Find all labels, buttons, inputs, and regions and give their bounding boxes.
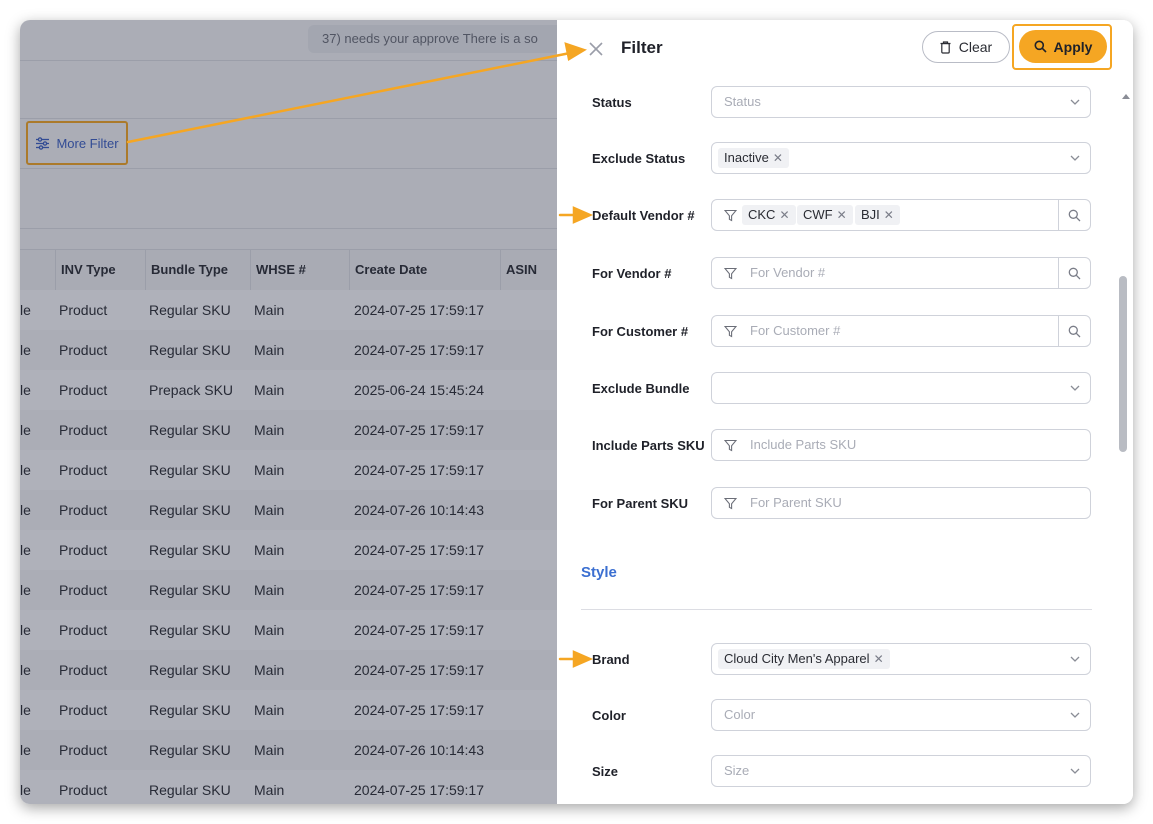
search-icon <box>1068 325 1081 337</box>
filter-panel: Filter Clear Apply Status Status Exclude… <box>557 20 1133 804</box>
tag-bji: BJI ✕ <box>855 205 900 225</box>
trash-icon <box>940 40 951 54</box>
search-icon <box>1068 209 1081 221</box>
tag-text: BJI <box>861 207 880 222</box>
for-parent-label: For Parent SKU <box>592 496 689 511</box>
status-label: Status <box>592 95 632 110</box>
scroll-up-icon[interactable] <box>1122 94 1130 99</box>
filter-icon <box>724 209 737 222</box>
chevron-down-icon <box>1070 385 1080 391</box>
for-vendor-placeholder: For Vendor # <box>750 265 826 280</box>
style-section-title: Style <box>581 564 617 581</box>
tag-remove-icon[interactable]: ✕ <box>773 151 783 165</box>
app-window: 37) needs your approve There is a so Mor… <box>20 20 1133 804</box>
for-customer-placeholder: For Customer # <box>750 323 841 338</box>
tag-remove-icon[interactable]: ✕ <box>779 208 789 222</box>
for-vendor-label: For Vendor # <box>592 266 672 281</box>
close-icon[interactable] <box>587 40 605 58</box>
modal-overlay[interactable] <box>20 20 557 804</box>
tag-brand: Cloud City Men's Apparel ✕ <box>718 649 890 669</box>
filter-icon <box>724 267 737 280</box>
chevron-down-icon <box>1070 99 1080 105</box>
tag-remove-icon[interactable]: ✕ <box>874 652 884 666</box>
tag-text: Cloud City Men's Apparel <box>724 651 870 666</box>
for-customer-label: For Customer # <box>592 324 689 339</box>
size-select[interactable]: Size <box>711 755 1091 787</box>
clear-button[interactable]: Clear <box>922 31 1010 63</box>
exclude-status-label: Exclude Status <box>592 151 686 166</box>
chevron-down-icon <box>1070 712 1080 718</box>
status-placeholder: Status <box>724 94 761 109</box>
search-icon <box>1034 40 1047 53</box>
vendor-search-button[interactable] <box>1058 200 1090 230</box>
tag-text: CWF <box>803 207 833 222</box>
brand-label: Brand <box>592 652 630 667</box>
tag-text: Inactive <box>724 150 769 165</box>
default-vendor-label: Default Vendor # <box>592 208 695 223</box>
section-divider <box>581 609 1092 610</box>
color-label: Color <box>592 708 626 723</box>
filter-icon <box>724 497 737 510</box>
apply-label: Apply <box>1053 38 1093 55</box>
include-parts-input[interactable]: Include Parts SKU <box>711 429 1091 461</box>
tag-inactive: Inactive ✕ <box>718 148 789 168</box>
clear-label: Clear <box>958 39 993 55</box>
tag-text: CKC <box>748 207 776 222</box>
for-vendor-search-button[interactable] <box>1058 258 1090 288</box>
apply-button[interactable]: Apply <box>1019 30 1107 63</box>
include-parts-placeholder: Include Parts SKU <box>750 437 857 452</box>
tag-remove-icon[interactable]: ✕ <box>837 208 847 222</box>
color-select[interactable]: Color <box>711 699 1091 731</box>
default-vendor-input[interactable]: CKC ✕ CWF ✕ BJI ✕ <box>711 199 1091 231</box>
for-customer-search-button[interactable] <box>1058 316 1090 346</box>
tag-remove-icon[interactable]: ✕ <box>884 208 894 222</box>
size-label: Size <box>592 764 619 779</box>
for-vendor-input[interactable]: For Vendor # <box>711 257 1091 289</box>
filter-icon <box>724 439 737 452</box>
exclude-status-select[interactable]: Inactive ✕ <box>711 142 1091 174</box>
status-select[interactable]: Status <box>711 86 1091 118</box>
exclude-bundle-select[interactable] <box>711 372 1091 404</box>
inventory-list-background: 37) needs your approve There is a so Mor… <box>20 20 582 804</box>
filter-icon <box>724 325 737 338</box>
size-placeholder: Size <box>724 763 750 778</box>
chevron-down-icon <box>1070 656 1080 662</box>
chevron-down-icon <box>1070 768 1080 774</box>
for-parent-placeholder: For Parent SKU <box>750 495 842 510</box>
include-parts-label: Include Parts SKU <box>592 438 705 453</box>
search-icon <box>1068 267 1081 279</box>
for-parent-input[interactable]: For Parent SKU <box>711 487 1091 519</box>
for-customer-input[interactable]: For Customer # <box>711 315 1091 347</box>
chevron-down-icon <box>1070 155 1080 161</box>
color-placeholder: Color <box>724 707 756 722</box>
panel-title: Filter <box>621 38 663 57</box>
tag-cwf: CWF ✕ <box>797 205 853 225</box>
brand-select[interactable]: Cloud City Men's Apparel ✕ <box>711 643 1091 675</box>
tag-ckc: CKC ✕ <box>742 205 796 225</box>
scrollbar-thumb[interactable] <box>1119 276 1127 452</box>
exclude-bundle-label: Exclude Bundle <box>592 381 690 396</box>
